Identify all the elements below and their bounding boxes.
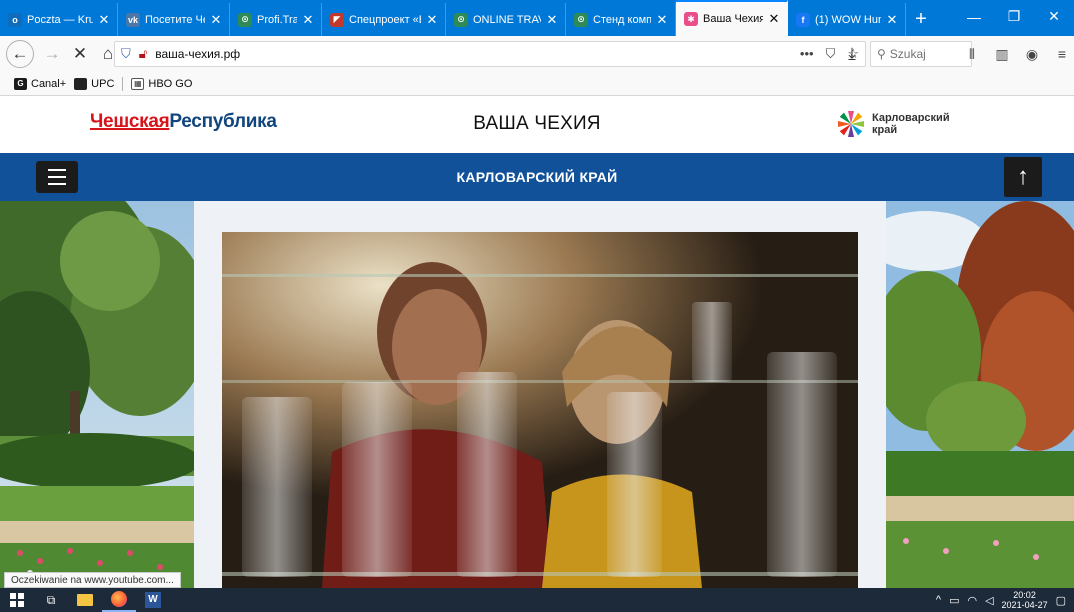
tab-favicon-icon: f [796, 12, 810, 27]
tab-favicon-icon: ⊙ [238, 12, 252, 27]
sidebar-icon[interactable]: ▥ [990, 40, 1014, 68]
address-bar[interactable]: ⛉ 🔓︎ ваша-чехия.рф ••• ⛉ ☆ [114, 41, 866, 67]
stop-button[interactable]: ✕ [66, 40, 94, 68]
tab-close-icon[interactable]: ✕ [885, 12, 899, 28]
url-text[interactable]: ваша-чехия.рф [155, 47, 800, 61]
restore-button[interactable]: ❐ [994, 0, 1034, 33]
navigation-toolbar: ← → ✕ ⌂ ⛉ 🔓︎ ваша-чехия.рф ••• ⛉ ☆ ⤓ ⚲ S… [0, 36, 1074, 72]
tab-title: (1) WOW Hung [815, 13, 881, 26]
bookmark-canal[interactable]: G Canal+ [14, 77, 66, 90]
clock[interactable]: 20:02 2021-04-27 [1002, 590, 1048, 610]
tab-favicon-icon: ⊙ [574, 12, 588, 27]
close-window-button[interactable]: ✕ [1034, 0, 1074, 33]
tab-title: Ваша Чехия [703, 13, 763, 25]
extension-icon[interactable]: ◉ [1020, 40, 1044, 68]
search-placeholder: Szukaj [889, 47, 926, 61]
library-icon[interactable]: ⫴ [960, 40, 984, 68]
tab-title: Стенд компани [593, 13, 651, 26]
wifi-icon[interactable]: ◠ [967, 594, 977, 607]
chevron-up-icon[interactable]: ^ [936, 594, 941, 606]
tab-close-icon[interactable]: ✕ [97, 12, 111, 28]
web-page: ЧешскаяРеспублика ВАША ЧЕХИЯ Карловарски… [0, 97, 1074, 588]
tab-close-icon[interactable]: ✕ [301, 12, 315, 28]
tab-favicon-icon: o [8, 12, 22, 27]
browser-tab[interactable]: vk Посетите Чеш ✕ [118, 3, 230, 36]
bookmark-separator [122, 76, 124, 91]
bookmarks-toolbar: G Canal+ UPC ▦ HBO GO [0, 72, 1074, 96]
battery-icon[interactable]: ▭ [949, 594, 959, 607]
scroll-top-button[interactable]: ↑ [1004, 157, 1042, 197]
insecure-lock-icon[interactable]: 🔓︎ [139, 46, 147, 62]
tab-title: Poczta — Kruc [27, 13, 93, 26]
karlovy-vary-region-logo[interactable]: Карловарский край [836, 109, 962, 139]
pocket-icon[interactable]: ⛉ [826, 46, 836, 62]
tab-title: Спецпроект «В [349, 13, 421, 26]
tab-strip: o Poczta — Kruc ✕ vk Посетите Чеш ✕ ⊙ Profi.Tra… [0, 0, 1074, 36]
forward-button[interactable]: → [38, 40, 66, 68]
browser-tab[interactable]: o Poczta — Kruc ✕ [0, 3, 118, 36]
browser-tab[interactable]: ⊙ Profi.Travel ✕ [230, 3, 322, 36]
hero-photo-glassware [222, 232, 858, 588]
tab-close-icon[interactable]: ✕ [545, 12, 559, 28]
browser-tab[interactable]: ✱ Ваша Чехия ✕ [676, 0, 788, 36]
tab-favicon-icon: vk [126, 12, 140, 27]
tracking-shield-icon[interactable]: ⛉ [121, 46, 131, 62]
page-actions-icon[interactable]: ••• [800, 46, 814, 62]
task-view-icon[interactable]: ⧉ [34, 588, 68, 612]
minimize-button[interactable]: — [954, 0, 994, 33]
search-icon: ⚲ [877, 47, 886, 61]
menu-overflow-icon[interactable]: ≡ [1050, 40, 1074, 68]
hero-scene [0, 201, 1074, 588]
file-explorer-icon[interactable] [68, 588, 102, 612]
bookmark-upc[interactable]: UPC [74, 77, 114, 90]
word-icon[interactable]: W [136, 588, 170, 612]
download-icon[interactable]: ⤓ [838, 40, 866, 68]
site-header: ЧешскаяРеспублика ВАША ЧЕХИЯ Карловарски… [0, 97, 1074, 153]
tab-title: ONLINE TRAVEL [473, 13, 541, 26]
tab-close-icon[interactable]: ✕ [425, 12, 439, 28]
tab-favicon-icon: ✱ [684, 12, 698, 26]
park-image-left [0, 201, 194, 588]
windows-taskbar: ⧉ W ^ ▭ ◠ ◁ 20:02 2021-04-27 ▢ [0, 588, 1074, 612]
firefox-icon[interactable] [102, 588, 136, 612]
content-column [194, 201, 886, 588]
back-button[interactable]: ← [6, 40, 34, 68]
system-tray: ^ ▭ ◠ ◁ 20:02 2021-04-27 ▢ [936, 588, 1074, 612]
park-image-right [886, 201, 1074, 588]
tab-close-icon[interactable]: ✕ [655, 12, 669, 28]
canal-icon: G [14, 77, 27, 90]
search-field[interactable]: ⚲ Szukaj [870, 41, 972, 67]
hbo-icon: ▦ [131, 77, 145, 90]
upc-icon [74, 77, 88, 90]
region-star-icon [838, 111, 864, 137]
bookmark-hbo[interactable]: ▦ HBO GO [131, 77, 192, 90]
region-navigation-bar: КАРЛОВАРСКИЙ КРАЙ ↑ [0, 153, 1074, 201]
region-title: КАРЛОВАРСКИЙ КРАЙ [456, 169, 618, 185]
tab-favicon-icon: ◤ [330, 12, 344, 27]
status-panel: Oczekiwanie na www.youtube.com... [4, 572, 181, 588]
windows-logo-icon [10, 593, 24, 607]
tab-favicon-icon: ⊙ [454, 12, 468, 27]
volume-icon[interactable]: ◁ [985, 594, 993, 607]
tab-title: Profi.Travel [257, 13, 297, 26]
browser-tab[interactable]: f (1) WOW Hung ✕ [788, 3, 906, 36]
new-tab-button[interactable]: + [906, 3, 936, 36]
tab-close-icon[interactable]: ✕ [209, 12, 223, 28]
browser-tab[interactable]: ⊙ ONLINE TRAVEL ✕ [446, 3, 566, 36]
browser-tab[interactable]: ⊙ Стенд компани ✕ [566, 3, 676, 36]
notification-icon[interactable]: ▢ [1056, 594, 1066, 607]
tab-close-icon[interactable]: ✕ [767, 11, 781, 27]
start-button[interactable] [0, 588, 34, 612]
tab-title: Посетите Чеш [145, 13, 205, 26]
browser-tab[interactable]: ◤ Спецпроект «В ✕ [322, 3, 446, 36]
